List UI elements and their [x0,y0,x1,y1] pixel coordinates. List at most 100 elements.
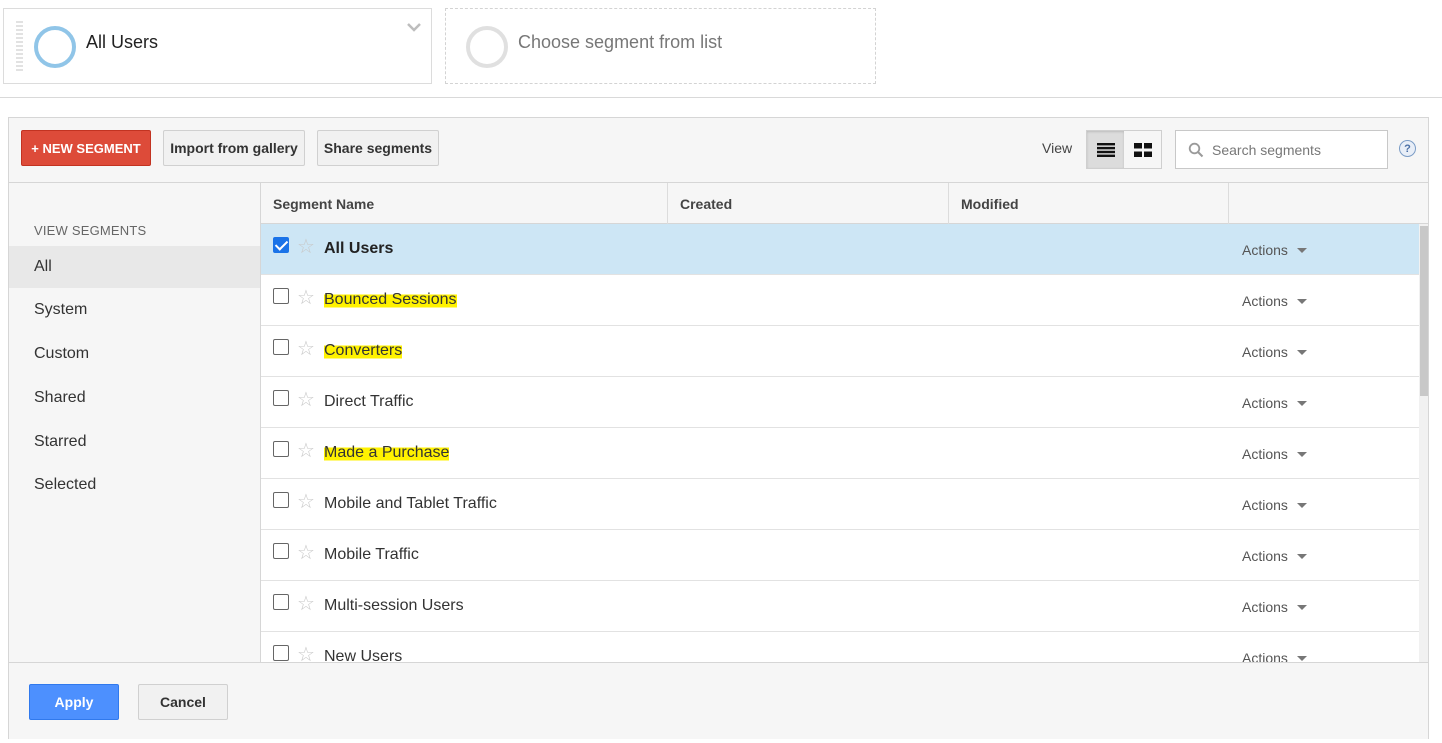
list-view-button[interactable] [1087,131,1124,168]
caret-down-icon [1296,247,1307,253]
view-label: View [1042,140,1073,156]
nav-item-shared[interactable]: Shared [9,377,260,419]
segment-ring-icon [466,26,508,68]
actions-dropdown[interactable]: Actions [1242,344,1307,360]
segment-name: Bounced Sessions [324,291,457,309]
caret-down-icon [1296,451,1307,457]
row-checkbox[interactable] [273,594,289,610]
segment-name: Mobile Traffic [324,546,419,563]
empty-segment-label: Choose segment from list [518,32,723,52]
column-header-modified[interactable]: Modified [949,183,1229,224]
row-checkbox[interactable] [273,492,289,508]
row-checkbox[interactable] [273,288,289,304]
view-toggle [1086,130,1162,169]
column-header-segment-name[interactable]: Segment Name [261,183,668,224]
nav-heading: VIEW SEGMENTS [34,223,147,238]
segments-table: Segment Name Created Modified ☆ All User… [260,182,1428,662]
caret-down-icon [1296,400,1307,406]
nav-item-starred[interactable]: Starred [9,421,260,463]
star-icon[interactable]: ☆ [297,390,315,410]
star-icon[interactable]: ☆ [297,441,315,461]
table-row[interactable]: ☆ New Users Actions [261,632,1419,662]
grid-view-button[interactable] [1124,131,1161,168]
active-segment-label: All Users [86,32,159,52]
actions-label: Actions [1242,344,1288,360]
star-icon[interactable]: ☆ [297,237,315,257]
nav-item-all[interactable]: All [9,246,260,288]
actions-dropdown[interactable]: Actions [1242,293,1307,309]
nav-item-custom[interactable]: Custom [9,333,260,375]
table-row[interactable]: ☆ Direct Traffic Actions [261,377,1419,428]
table-row[interactable]: ☆ Mobile and Tablet Traffic Actions [261,479,1419,530]
actions-dropdown[interactable]: Actions [1242,650,1307,662]
segment-name: New Users [324,648,403,662]
table-row[interactable]: ☆ Multi-session Users Actions [261,581,1419,632]
search-box [1175,130,1388,169]
row-checkbox[interactable] [273,645,289,661]
segment-ring-icon [34,26,76,68]
segment-name: Converters [324,342,403,360]
segment-picker-panel: + NEW SEGMENT Import from gallery Share … [8,117,1429,739]
cancel-button[interactable]: Cancel [138,684,228,720]
row-checkbox[interactable] [273,441,289,457]
share-segments-button[interactable]: Share segments [317,130,439,166]
star-icon[interactable]: ☆ [297,543,315,563]
nav-item-selected[interactable]: Selected [9,464,260,506]
grid-icon [1133,142,1152,157]
drag-handle[interactable] [16,21,23,73]
row-checkbox[interactable] [273,543,289,559]
table-row[interactable]: ☆ All Users Actions [261,224,1419,275]
segment-name: Mobile and Tablet Traffic [324,495,497,512]
scrollbar-thumb[interactable] [1420,226,1428,396]
column-header-actions [1229,183,1428,224]
apply-button[interactable]: Apply [29,684,119,720]
table-header: Segment Name Created Modified [261,183,1428,224]
actions-label: Actions [1242,293,1288,309]
column-header-created[interactable]: Created [668,183,949,224]
row-checkbox[interactable] [273,237,289,253]
table-row[interactable]: ☆ Mobile Traffic Actions [261,530,1419,581]
segment-name: All Users [324,240,394,257]
actions-dropdown[interactable]: Actions [1242,497,1307,513]
caret-down-icon [1296,655,1307,661]
actions-dropdown[interactable]: Actions [1242,446,1307,462]
actions-dropdown[interactable]: Actions [1242,548,1307,564]
actions-label: Actions [1242,599,1288,615]
search-icon [1188,142,1204,157]
actions-label: Actions [1242,446,1288,462]
nav-item-system[interactable]: System [9,289,260,331]
table-row[interactable]: ☆ Made a Purchase Actions [261,428,1419,479]
caret-down-icon [1296,604,1307,610]
caret-down-icon [1296,298,1307,304]
star-icon[interactable]: ☆ [297,288,315,308]
segments-bar: All Users Choose segment from list [0,0,1442,98]
actions-label: Actions [1242,395,1288,411]
search-input[interactable] [1212,141,1382,158]
segment-name: Multi-session Users [324,597,464,614]
actions-label: Actions [1242,497,1288,513]
star-icon[interactable]: ☆ [297,645,315,662]
table-scrollbar[interactable] [1419,224,1428,662]
table-row[interactable]: ☆ Converters Actions [261,326,1419,377]
star-icon[interactable]: ☆ [297,594,315,614]
empty-segment-slot[interactable]: Choose segment from list [445,8,876,84]
view-segments-nav: VIEW SEGMENTS All System Custom Shared S… [9,182,260,662]
star-icon[interactable]: ☆ [297,492,315,512]
actions-dropdown[interactable]: Actions [1242,395,1307,411]
chevron-down-icon[interactable] [405,18,423,36]
new-segment-button[interactable]: + NEW SEGMENT [21,130,151,166]
actions-label: Actions [1242,548,1288,564]
import-from-gallery-button[interactable]: Import from gallery [163,130,305,166]
panel-footer: Apply Cancel [9,662,1428,739]
actions-label: Actions [1242,242,1288,258]
actions-dropdown[interactable]: Actions [1242,242,1307,258]
active-segment-card[interactable]: All Users [3,8,432,84]
row-checkbox[interactable] [273,339,289,355]
row-checkbox[interactable] [273,390,289,406]
star-icon[interactable]: ☆ [297,339,315,359]
help-icon[interactable]: ? [1399,140,1416,157]
table-row[interactable]: ☆ Bounced Sessions Actions [261,275,1419,326]
list-icon [1096,142,1115,157]
actions-dropdown[interactable]: Actions [1242,599,1307,615]
caret-down-icon [1296,553,1307,559]
